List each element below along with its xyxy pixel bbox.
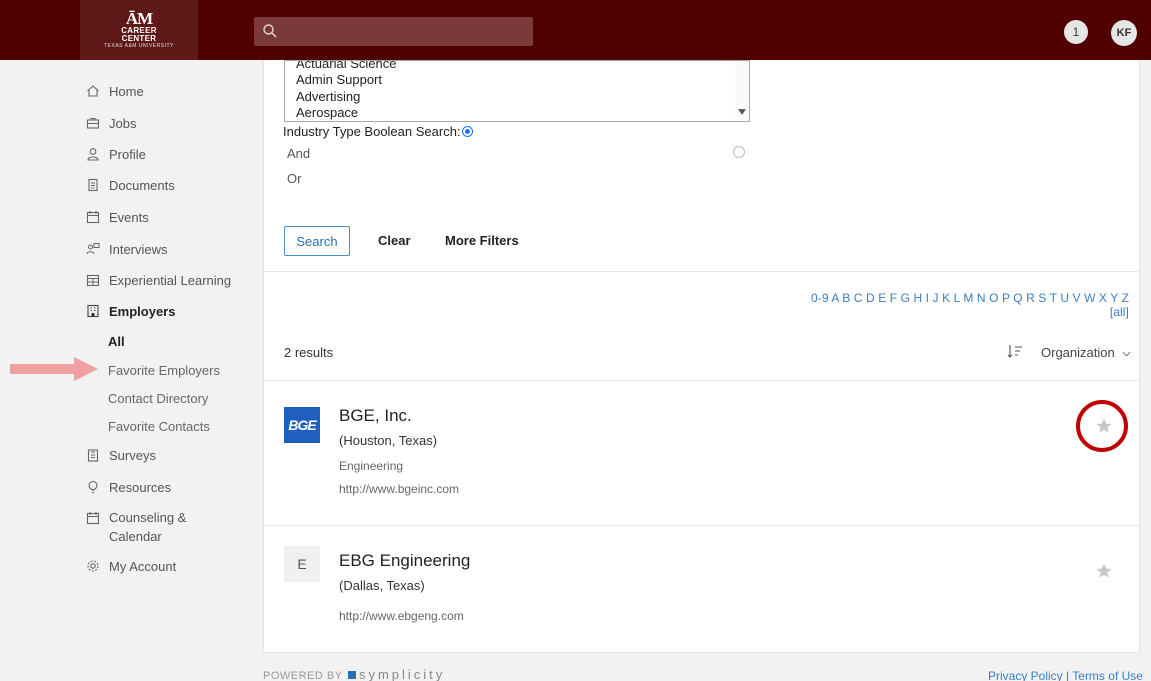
employer-name[interactable]: BGE, Inc.	[339, 406, 412, 426]
sidebar-item-counseling[interactable]: Counseling & Calendar	[86, 508, 219, 546]
building-icon	[86, 304, 100, 318]
user-icon	[86, 147, 100, 161]
sidebar-item-resources[interactable]: Resources	[86, 476, 171, 498]
sidebar-item-label: Events	[109, 209, 149, 225]
logo-mark: ĀM	[125, 9, 153, 28]
sidebar-item-home[interactable]: Home	[86, 80, 144, 102]
sidebar-item-label: Employers	[109, 303, 176, 319]
sidebar-item-label: Interviews	[109, 241, 168, 257]
search-button[interactable]: Search	[284, 226, 350, 256]
employer-url[interactable]: http://www.ebgeng.com	[339, 609, 464, 623]
interviews-icon	[86, 242, 100, 256]
divider	[264, 271, 1139, 272]
main-content-card: Actuarial Science Admin Support Advertis…	[263, 60, 1140, 653]
boolean-option-or[interactable]: Or	[287, 171, 301, 186]
top-bar: ĀM CAREER CENTER TEXAS A&M UNIVERSITY 1 …	[0, 0, 1151, 60]
terms-of-use-link[interactable]: Terms of Use	[1072, 669, 1143, 681]
employer-url[interactable]: http://www.bgeinc.com	[339, 482, 459, 496]
clipboard-icon	[86, 448, 100, 462]
divider	[264, 525, 1139, 526]
symplicity-brand: symplicity	[358, 667, 446, 681]
career-center-logo[interactable]: ĀM CAREER CENTER TEXAS A&M UNIVERSITY	[80, 0, 198, 60]
sidebar-item-label: Profile	[109, 146, 146, 162]
sidebar-item-label: Jobs	[109, 115, 137, 131]
sidebar-item-label: My Account	[109, 558, 177, 574]
sort-select[interactable]: Organization	[1041, 345, 1131, 360]
sidebar-item-events[interactable]: Events	[86, 206, 149, 228]
experiential-icon	[86, 273, 100, 287]
sidebar-item-label: Resources	[109, 479, 172, 495]
sort-icon[interactable]	[1007, 343, 1023, 359]
sidebar-item-label: Counseling & Calendar	[109, 510, 187, 544]
employer-location: (Houston, Texas)	[339, 433, 438, 448]
lightbulb-icon	[86, 480, 100, 494]
boolean-option-and[interactable]: And	[287, 146, 310, 161]
sidebar-item-label: Documents	[109, 177, 175, 193]
sidebar-item-label: Surveys	[109, 447, 156, 463]
privacy-policy-link[interactable]: Privacy Policy	[988, 669, 1063, 681]
calendar-icon	[86, 210, 100, 224]
chevron-down-icon	[738, 109, 746, 115]
boolean-search-label: Industry Type Boolean Search:	[283, 124, 461, 139]
powered-by: POWERED BY symplicity	[263, 667, 445, 681]
logo-line-2: CENTER	[121, 34, 157, 43]
divider	[264, 380, 1139, 381]
chevron-down-icon	[1122, 351, 1131, 357]
powered-by-label: POWERED BY	[263, 670, 343, 681]
favorite-star-icon[interactable]	[1095, 562, 1113, 580]
calendar-icon	[86, 511, 100, 525]
employer-logo[interactable]: BGE	[284, 407, 320, 443]
employer-industry: Engineering	[339, 459, 404, 473]
industry-option[interactable]: Aerospace	[296, 105, 358, 121]
search-bar[interactable]	[254, 17, 533, 46]
notification-badge[interactable]: 1	[1064, 20, 1088, 44]
sidebar-subitem-favorite-employers[interactable]: Favorite Employers	[108, 363, 220, 378]
sidebar-item-profile[interactable]: Profile	[86, 143, 146, 165]
annotation-arrow-icon	[10, 357, 98, 381]
sidebar-item-my-account[interactable]: My Account	[86, 555, 176, 577]
sidebar-item-surveys[interactable]: Surveys	[86, 444, 156, 466]
employer-location: (Dallas, Texas)	[339, 578, 425, 593]
clear-button[interactable]: Clear	[378, 233, 411, 248]
footer-separator: |	[1062, 669, 1073, 681]
sidebar-item-label: Experiential Learning	[109, 272, 232, 288]
sidebar-item-documents[interactable]: Documents	[86, 174, 175, 196]
gear-icon	[86, 559, 100, 573]
sidebar-item-employers[interactable]: Employers	[86, 300, 175, 322]
search-icon	[263, 24, 277, 38]
alphabet-filter[interactable]: 0-9 A B C D E F G H I J K L M N O P Q R …	[804, 291, 1129, 319]
results-count: 2 results	[284, 345, 334, 360]
annotation-circle	[1076, 400, 1128, 452]
sort-label: Organization	[1041, 345, 1115, 360]
documents-icon	[86, 178, 100, 192]
employer-name[interactable]: EBG Engineering	[339, 551, 470, 571]
employer-logo[interactable]: E	[284, 546, 320, 582]
industry-select-list[interactable]: Actuarial Science Admin Support Advertis…	[284, 60, 750, 122]
logo-university: TEXAS A&M UNIVERSITY	[104, 43, 174, 49]
sidebar-item-label: Home	[109, 83, 144, 99]
sidebar-item-experiential-learning[interactable]: Experiential Learning	[86, 269, 231, 291]
home-icon	[86, 84, 100, 98]
symplicity-logo-icon	[347, 671, 356, 679]
boolean-radio-or[interactable]	[733, 146, 745, 158]
sidebar-subitem-favorite-contacts[interactable]: Favorite Contacts	[108, 419, 210, 434]
search-input[interactable]	[284, 17, 529, 46]
avatar[interactable]: KF	[1111, 20, 1137, 46]
boolean-radio-and[interactable]	[462, 126, 473, 137]
sidebar-item-interviews[interactable]: Interviews	[86, 238, 168, 260]
sidebar-subitem-contact-directory[interactable]: Contact Directory	[108, 391, 208, 406]
listbox-scrollbar[interactable]	[735, 61, 749, 121]
sidebar-subitem-all[interactable]: All	[108, 334, 125, 349]
footer-links: Privacy Policy | Terms of Use	[988, 669, 1143, 681]
industry-option[interactable]: Actuarial Science	[296, 61, 396, 72]
industry-option[interactable]: Admin Support	[296, 72, 382, 88]
sidebar-item-jobs[interactable]: Jobs	[86, 112, 136, 134]
briefcase-icon	[86, 116, 100, 130]
industry-option[interactable]: Advertising	[296, 89, 360, 105]
more-filters-button[interactable]: More Filters	[445, 233, 519, 248]
